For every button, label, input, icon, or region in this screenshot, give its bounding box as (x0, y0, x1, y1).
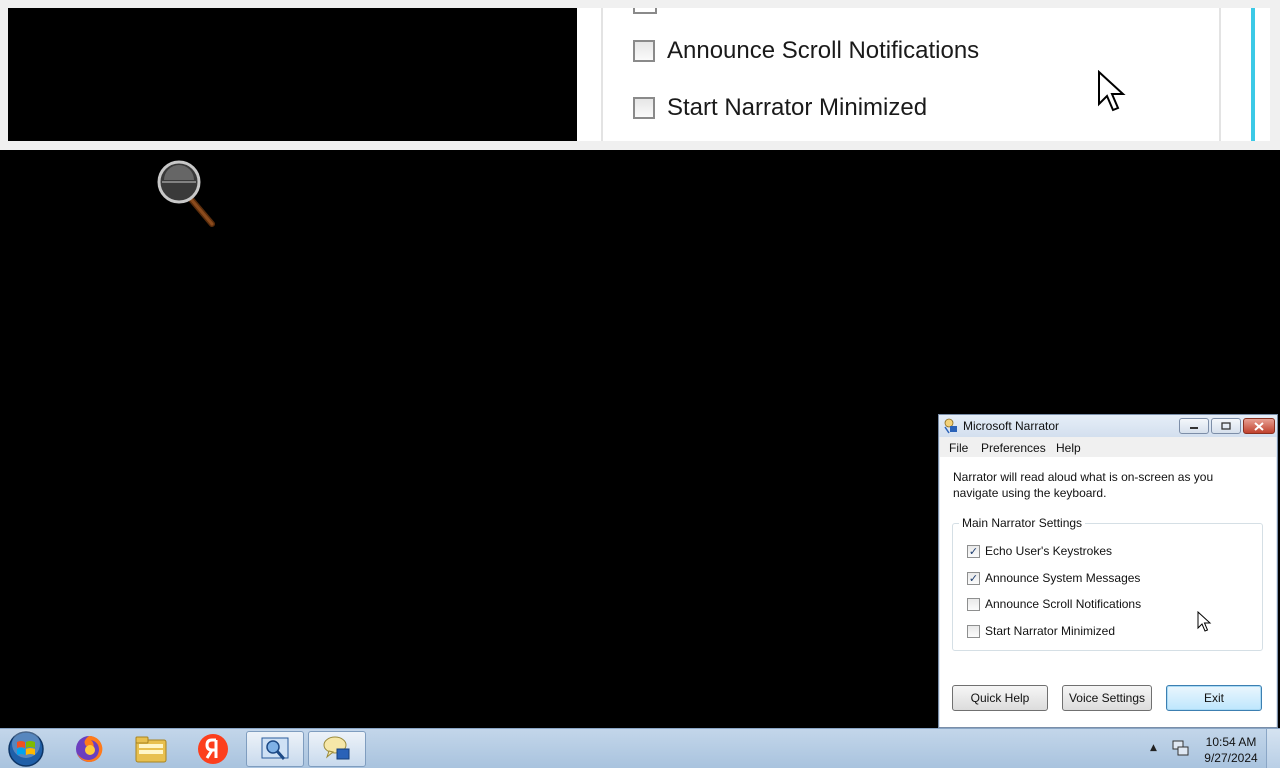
minimize-button[interactable] (1179, 418, 1209, 434)
voice-settings-button[interactable]: Voice Settings (1062, 685, 1152, 711)
taskbar-firefox[interactable] (60, 731, 118, 767)
option-announce-scroll-notifications[interactable]: Announce Scroll Notifications (967, 597, 1141, 611)
taskbar: ▲ 10:54 AM 9/27/2024 (0, 728, 1280, 768)
magnified-row-minimized: Start Narrator Minimized (633, 94, 927, 122)
magnified-label: Announce Scroll Notifications (667, 37, 980, 64)
group-title: Main Narrator Settings (959, 516, 1086, 530)
taskbar-yandex-browser[interactable] (184, 731, 242, 767)
magnified-label: Start Narrator Minimized (667, 94, 928, 121)
narrator-app-icon (944, 418, 957, 434)
magnified-row-scroll: Announce Scroll Notifications (633, 37, 979, 65)
clock-date: 9/27/2024 (1204, 751, 1258, 765)
checkbox-checked[interactable]: ✓ (967, 571, 980, 585)
restore-icon (1221, 422, 1231, 430)
option-label: Announce System Messages (985, 571, 1141, 585)
check-icon: ✓ (968, 571, 979, 585)
minimize-icon (1190, 427, 1198, 429)
close-button[interactable] (1243, 418, 1275, 434)
magnified-checkbox (633, 97, 655, 119)
option-label: Echo User's Keystrokes (985, 544, 1113, 558)
clock-time: 10:54 AM (1205, 735, 1257, 749)
main-settings-group: Main Narrator Settings ✓ Echo User's Key… (952, 516, 1263, 651)
magnifier-glass-icon[interactable] (156, 158, 216, 228)
system-clock[interactable]: 10:54 AM 9/27/2024 (1196, 734, 1266, 766)
checkbox-unchecked[interactable] (967, 624, 980, 638)
narrator-taskbar-icon (323, 736, 350, 760)
intro-text: Narrator will read aloud what is on-scre… (953, 470, 1214, 500)
menu-file[interactable]: File (949, 441, 968, 455)
window-title: Microsoft Narrator (963, 419, 1060, 433)
magnified-group-border (601, 8, 603, 141)
magnified-group-border-right (1219, 8, 1221, 141)
network-icon[interactable] (1171, 739, 1189, 757)
option-announce-system-messages[interactable]: ✓ Announce System Messages (967, 571, 1140, 585)
folder-icon (135, 736, 167, 763)
checkbox-unchecked[interactable] (967, 597, 980, 611)
mouse-cursor-icon (1197, 611, 1212, 632)
menu-help[interactable]: Help (1056, 441, 1081, 455)
magnifier-view: Announce Scroll Notifications Start Narr… (0, 0, 1280, 150)
menu-preferences[interactable]: Preferences (981, 441, 1046, 455)
magnifier-content: Announce Scroll Notifications Start Narr… (8, 8, 1270, 141)
taskbar-magnifier[interactable] (246, 731, 304, 767)
show-desktop-button[interactable] (1266, 729, 1280, 768)
taskbar-file-explorer[interactable] (122, 731, 180, 767)
magnified-checkbox (633, 40, 655, 62)
menu-bar: File Preferences Help (940, 437, 1276, 457)
option-label: Start Narrator Minimized (985, 624, 1116, 638)
option-label: Announce Scroll Notifications (985, 597, 1142, 611)
magnifier-app-icon (261, 737, 289, 760)
quick-help-button[interactable]: Quick Help (952, 685, 1048, 711)
firefox-icon (76, 735, 103, 762)
exit-button[interactable]: Exit (1166, 685, 1262, 711)
checkbox-checked[interactable]: ✓ (967, 544, 980, 558)
show-hidden-icons-icon[interactable]: ▲ (1150, 743, 1157, 753)
option-echo-keystrokes[interactable]: ✓ Echo User's Keystrokes (967, 544, 1112, 558)
magnified-narrator-panel: Announce Scroll Notifications Start Narr… (577, 8, 1270, 141)
title-bar[interactable]: Microsoft Narrator (939, 415, 1277, 437)
option-start-minimized[interactable]: Start Narrator Minimized (967, 624, 1115, 638)
close-icon (1254, 421, 1264, 431)
maximize-button[interactable] (1211, 418, 1241, 434)
narrator-window: Microsoft Narrator File Preferences Help… (938, 414, 1278, 728)
taskbar-narrator[interactable] (308, 731, 366, 767)
check-icon: ✓ (968, 544, 979, 558)
magnified-cursor-icon (1098, 70, 1126, 112)
yandex-icon (198, 734, 228, 764)
start-orb-icon[interactable] (6, 730, 46, 768)
magnified-checkbox-partial (633, 8, 657, 14)
